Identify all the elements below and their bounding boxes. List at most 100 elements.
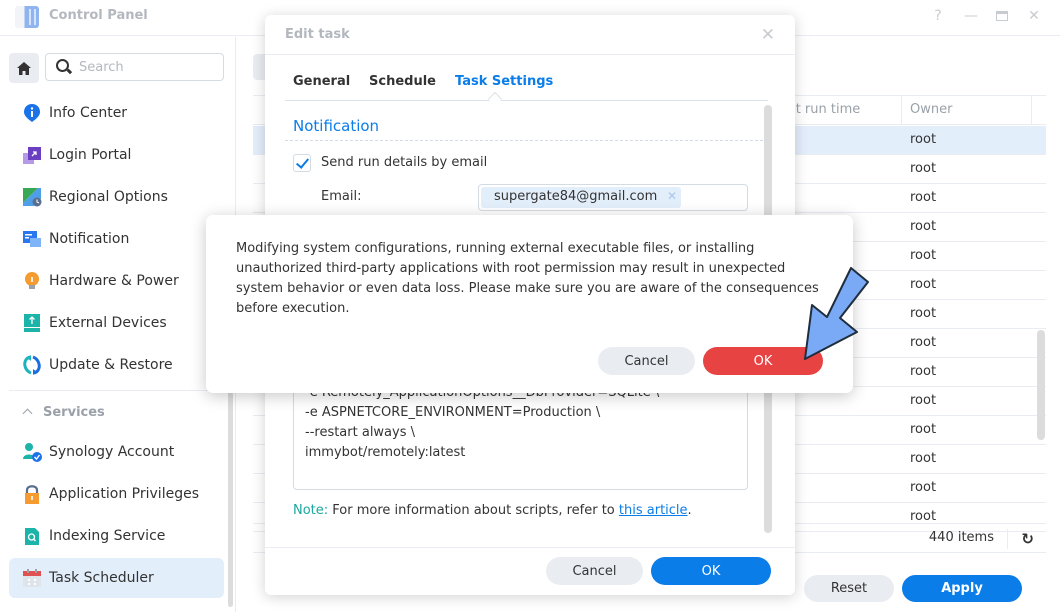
sidebar-item-regional-options[interactable]: Regional Options [9,177,224,217]
login-portal-icon [23,147,41,164]
section-divider [285,140,768,141]
external-devices-icon [24,314,40,332]
minimize-icon[interactable]: — [962,8,980,24]
sidebar: Info Center Login Portal Regional Option… [0,37,236,612]
notification-icon [23,231,41,247]
home-button[interactable] [9,53,39,83]
footer-separator [1007,529,1008,549]
owner-cell: root [910,219,937,234]
sidebar-item-label: Application Privileges [49,486,199,502]
sidebar-item-external-devices[interactable]: External Devices [9,303,224,343]
sidebar-item-synology-account[interactable]: Synology Account [9,432,224,472]
sidebar-item-label: Synology Account [49,444,175,460]
note-label: Note: [293,503,329,518]
owner-cell: root [910,306,937,321]
calendar-icon [23,569,41,587]
section-title: Notification [293,117,380,135]
sidebar-item-label: Login Portal [49,147,132,163]
owner-cell: root [910,422,937,437]
owner-cell: root [910,509,937,524]
cancel-button[interactable]: Cancel [546,557,643,585]
home-icon [17,61,31,75]
owner-cell: root [910,364,937,379]
root-permission-warning-dialog: Modifying system configurations, running… [206,215,853,393]
sidebar-item-notification[interactable]: Notification [9,219,224,259]
owner-cell: root [910,161,937,176]
active-tab-indicator [487,91,503,107]
sidebar-item-label: Notification [49,231,130,247]
info-icon [24,104,40,122]
section-label: Services [43,405,105,420]
email-value: supergate84@gmail.com [494,189,658,204]
search-field[interactable] [45,53,224,81]
tab-general[interactable]: General [293,74,350,89]
sidebar-item-hardware-power[interactable]: Hardware & Power [9,261,224,301]
sidebar-item-login-portal[interactable]: Login Portal [9,135,224,175]
send-email-label[interactable]: Send run details by email [321,155,487,170]
maximize-icon[interactable] [993,8,1011,25]
send-email-checkbox[interactable] [293,154,311,172]
reset-button[interactable]: Reset [804,575,894,602]
email-label: Email: [321,189,362,204]
control-panel-icon [15,6,39,28]
chevron-up-icon [22,408,33,419]
sidebar-item-label: Indexing Service [49,528,166,544]
window-title: Control Panel [49,8,148,23]
sidebar-item-label: Task Scheduler [49,570,154,586]
sidebar-item-label: Regional Options [49,189,168,205]
refresh-icon[interactable]: ↻ [1021,530,1034,548]
script-line: immybot/remotely:latest [305,445,466,460]
sidebar-item-label: External Devices [49,315,167,331]
this-article-link[interactable]: this article [619,503,688,518]
sidebar-item-update-restore[interactable]: Update & Restore [9,345,224,385]
item-count: 440 items [928,530,994,545]
owner-cell: root [910,132,937,147]
sidebar-item-label: Update & Restore [49,357,173,373]
lightbulb-icon [25,272,39,289]
close-icon[interactable]: ✕ [761,25,775,45]
warning-message: Modifying system configurations, running… [236,241,819,316]
sidebar-item-indexing-service[interactable]: Indexing Service [9,516,224,556]
sidebar-item-label: Hardware & Power [49,273,179,289]
owner-cell: root [910,190,937,205]
column-separator [1031,96,1032,124]
owner-cell: root [910,277,937,292]
sidebar-item-task-scheduler[interactable]: Task Scheduler [9,558,224,598]
table-scrollbar[interactable] [1037,330,1045,440]
sidebar-item-application-privileges[interactable]: Application Privileges [9,474,224,514]
footer-divider [265,547,795,548]
annotation-arrow-icon [804,267,869,360]
email-field[interactable]: supergate84@gmail.com ✕ [478,184,748,211]
column-separator [901,96,902,124]
user-account-icon [23,443,42,462]
tab-task-settings[interactable]: Task Settings [455,74,553,89]
owner-cell: root [910,451,937,466]
warning-cancel-button[interactable]: Cancel [598,347,695,375]
close-icon[interactable]: ✕ [1025,8,1043,24]
script-note: Note: For more information about scripts… [293,503,692,518]
remove-email-icon[interactable]: ✕ [667,189,677,203]
sidebar-item-label: Info Center [49,105,128,121]
owner-cell: root [910,480,937,495]
note-text: For more information about scripts, refe… [328,503,619,518]
column-header-next-run-time[interactable]: xt run time [788,102,860,117]
lock-icon [25,485,39,504]
owner-cell: root [910,335,937,350]
owner-cell: root [910,393,937,408]
update-restore-icon [23,355,41,375]
script-line: -e ASPNETCORE_ENVIRONMENT=Production \ [305,405,601,420]
script-line: --restart always \ [305,425,416,440]
search-icon [56,59,69,72]
section-divider [9,390,227,391]
note-end: . [687,503,692,518]
sidebar-item-info-center[interactable]: Info Center [9,93,224,133]
column-header-owner[interactable]: Owner [910,102,952,117]
services-section-toggle[interactable]: Services [22,405,105,420]
tab-schedule[interactable]: Schedule [369,74,436,89]
help-icon[interactable]: ? [929,8,947,24]
indexing-icon [25,528,39,545]
ok-button[interactable]: OK [651,557,771,585]
search-input[interactable] [79,58,219,76]
email-tag: supergate84@gmail.com ✕ [481,187,681,208]
apply-button[interactable]: Apply [902,575,1022,602]
